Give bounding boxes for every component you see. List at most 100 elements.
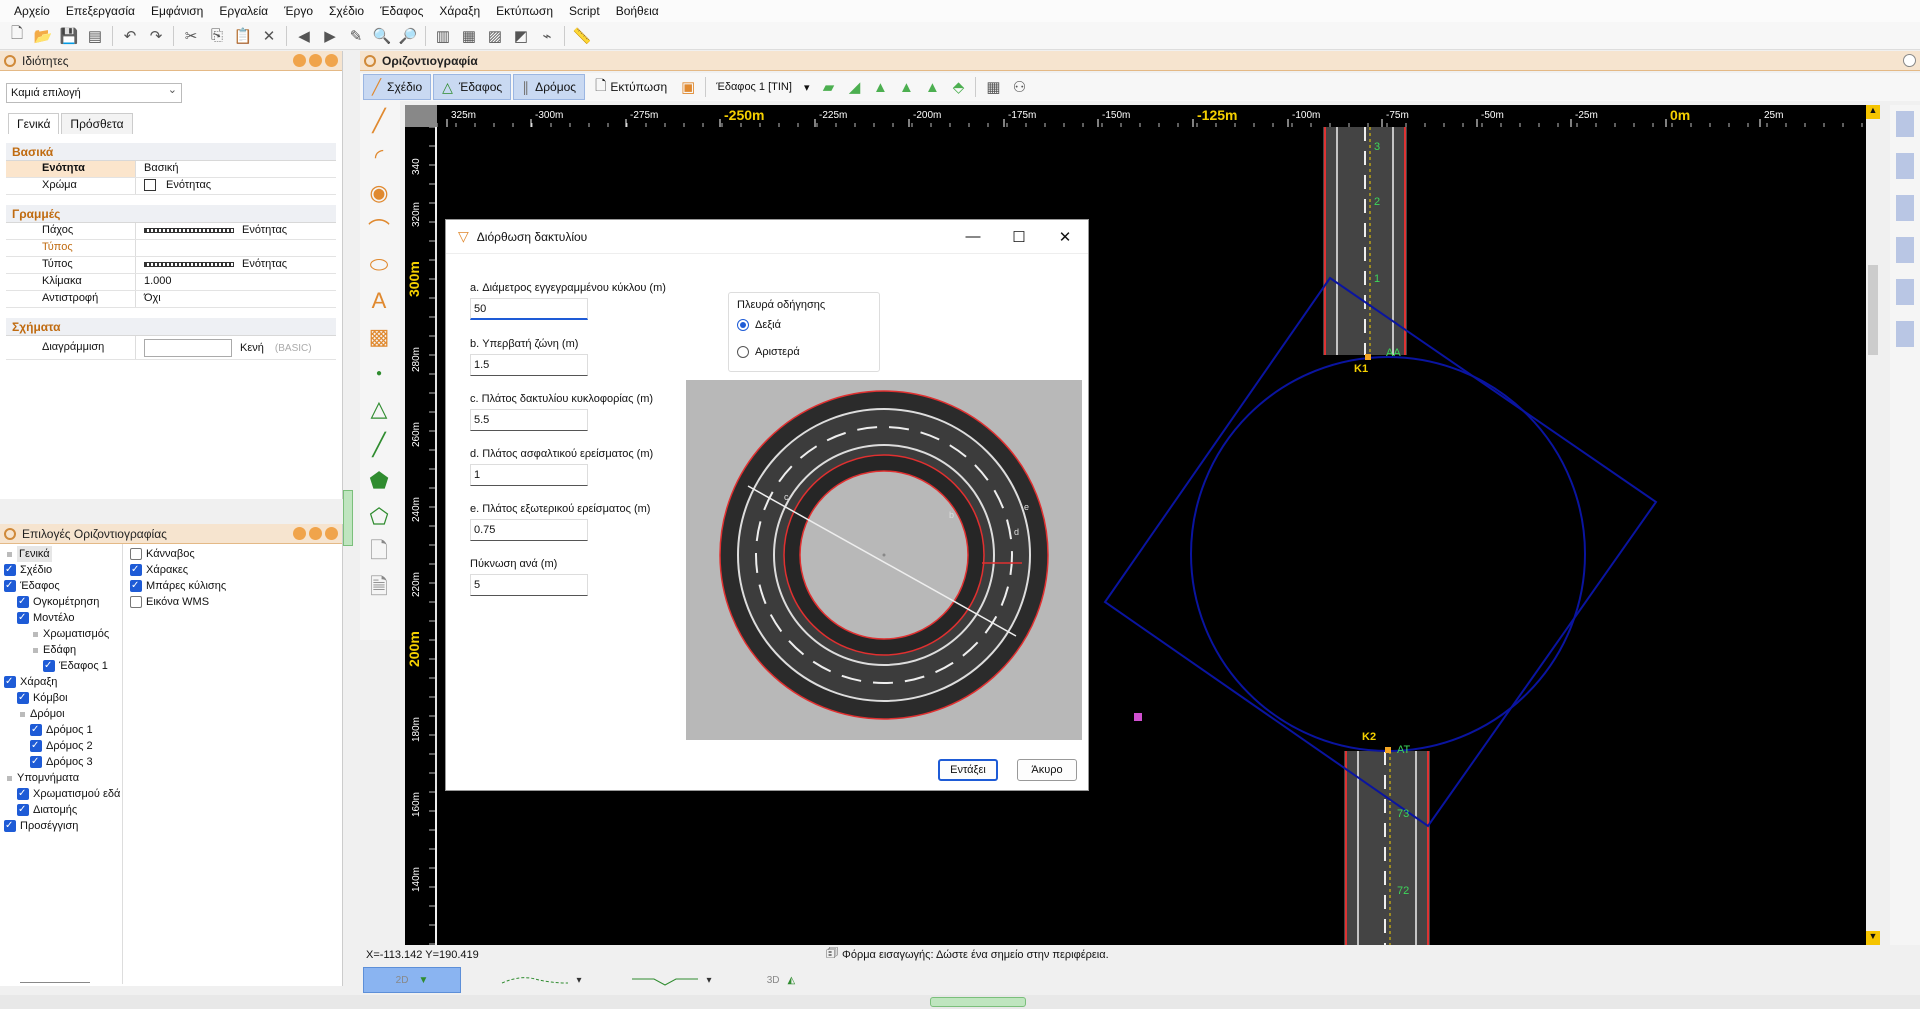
chart-icon[interactable]: ⌁ <box>536 25 558 47</box>
checkbox[interactable] <box>30 754 42 770</box>
ribbon-tab-drawing[interactable]: ╱ Σχέδιο <box>363 74 432 100</box>
checkbox[interactable] <box>130 548 142 560</box>
checkbox[interactable] <box>17 610 29 626</box>
cancel-button[interactable]: Άκυρο <box>1017 759 1077 781</box>
ribbon-tab-road[interactable]: ∥ Δρόμος <box>513 74 586 100</box>
view-profile-tab[interactable]: ▾ <box>491 967 591 993</box>
tree-item[interactable]: Υπομνήματα <box>4 770 122 786</box>
menu-item[interactable]: Σχέδιο <box>321 0 372 22</box>
document-close-button[interactable] <box>1903 54 1916 67</box>
menu-item[interactable]: Αρχείο <box>6 0 58 22</box>
zoom-extents-icon[interactable]: 🔎 <box>397 25 419 47</box>
view-2d-tab[interactable]: 2D ▼ <box>363 967 461 993</box>
tree-item[interactable]: Χρωματισμού εδά <box>4 786 122 802</box>
menu-item[interactable]: Εμφάνιση <box>143 0 211 22</box>
checkbox[interactable] <box>4 578 16 594</box>
junction-tool-icon[interactable] <box>1896 195 1914 221</box>
panel-close-button[interactable] <box>325 527 338 540</box>
back-icon[interactable]: ◀ <box>293 25 315 47</box>
panel-toggle[interactable] <box>343 490 353 546</box>
checkbox[interactable] <box>17 786 29 802</box>
minimize-icon[interactable]: — <box>950 228 996 246</box>
section-basic[interactable]: Βασικά <box>6 143 336 161</box>
binoculars-icon[interactable]: ⚇ <box>1008 76 1030 98</box>
checkbox[interactable] <box>130 578 142 594</box>
boundary-tool-icon[interactable]: ⬠ <box>364 502 394 532</box>
redo-icon[interactable]: ↷ <box>145 25 167 47</box>
page-tool-icon[interactable]: 🗋 <box>364 538 394 568</box>
ribbon-tab-terrain[interactable]: △ Έδαφος <box>433 74 512 100</box>
section-shapes[interactable]: Σχήματα <box>6 318 336 336</box>
menu-item[interactable]: Έδαφος <box>372 0 431 22</box>
tree-item[interactable]: Δρόμοι <box>4 706 122 722</box>
open-folder-icon[interactable]: 📂 <box>32 25 54 47</box>
tree-item[interactable]: Ογκομέτρηση <box>4 594 122 610</box>
radio-left[interactable]: Αριστερά <box>737 346 800 358</box>
panel-close-button[interactable] <box>325 54 338 67</box>
panel-float-button[interactable] <box>309 527 322 540</box>
menu-item[interactable]: Βοήθεια <box>608 0 667 22</box>
field-input[interactable]: 1 <box>470 464 588 486</box>
terrain-contour-icon[interactable]: ▲ <box>895 76 917 98</box>
radio-right[interactable]: Δεξιά <box>737 319 781 331</box>
cut-icon[interactable]: ✂ <box>180 25 202 47</box>
tree-item[interactable]: Έδαφος 1 <box>4 658 122 674</box>
menu-item[interactable]: Εκτύπωση <box>488 0 561 22</box>
checkbox[interactable] <box>17 690 29 706</box>
vertical-scrollbar[interactable]: ▲ ▼ <box>1866 105 1880 945</box>
curve-tool-icon[interactable] <box>1896 279 1914 305</box>
tab-extra[interactable]: Πρόσθετα <box>61 113 133 134</box>
row-color[interactable]: Χρώμα Ενότητας <box>6 178 336 195</box>
circle-tool-icon[interactable]: ◉ <box>364 178 394 208</box>
terrain-select[interactable]: Έδαφος 1 [TIN] ▾ <box>710 77 815 97</box>
tree-item[interactable]: Κόμβοι <box>4 690 122 706</box>
field-input[interactable]: 1.5 <box>470 354 588 376</box>
save-icon[interactable]: 💾 <box>58 25 80 47</box>
panel-collapse-button[interactable] <box>293 527 306 540</box>
menu-item[interactable]: Εργαλεία <box>211 0 276 22</box>
triangle-tool-icon[interactable]: △ <box>364 394 394 424</box>
section-lines[interactable]: Γραμμές <box>6 205 336 223</box>
view-section-tab[interactable]: ▾ <box>621 967 721 993</box>
tree-item[interactable]: Διατομής <box>4 802 122 818</box>
terrain-add-icon[interactable]: ▲ <box>869 76 891 98</box>
view-3d-tab[interactable]: 3D ◭ <box>751 967 811 993</box>
forward-icon[interactable]: ▶ <box>319 25 341 47</box>
panel-splitter[interactable] <box>0 499 343 524</box>
tree-item[interactable]: Μπάρες κύλισης <box>130 578 226 594</box>
tab-general[interactable]: Γενικά <box>8 113 60 134</box>
field-input[interactable]: 5.5 <box>470 409 588 431</box>
row-unit[interactable]: Ενότητα Βασική <box>6 161 336 178</box>
ok-button[interactable]: Εντάξει <box>938 759 998 781</box>
tree-item[interactable]: Έδαφος <box>4 578 122 594</box>
tree-item[interactable]: Εικόνα WMS <box>130 594 226 610</box>
layers-icon[interactable]: ▣ <box>677 76 699 98</box>
checkbox[interactable] <box>4 818 16 834</box>
checkbox[interactable] <box>4 674 16 690</box>
checkbox[interactable] <box>17 594 29 610</box>
road-tool-icon[interactable] <box>1896 111 1914 137</box>
field-input[interactable]: 5 <box>470 574 588 596</box>
line-tool-icon[interactable]: ╱ <box>364 106 394 136</box>
terrain-layer-icon[interactable]: ▰ <box>817 76 839 98</box>
undo-icon[interactable]: ↶ <box>119 25 141 47</box>
row-reverse[interactable]: Αντιστροφή Όχι <box>6 291 336 308</box>
field-input[interactable]: 0.75 <box>470 519 588 541</box>
zoom-icon[interactable]: 🔍 <box>371 25 393 47</box>
arc-tool-icon[interactable]: ◜ <box>364 142 394 172</box>
maximize-icon[interactable]: ☐ <box>996 228 1042 246</box>
bottom-splitter[interactable] <box>930 997 1026 1007</box>
field-input[interactable]: 50 <box>470 298 588 320</box>
hatch-tool-icon[interactable]: ▩ <box>364 322 394 352</box>
menu-item[interactable]: Επεξεργασία <box>58 0 143 22</box>
checkbox[interactable] <box>130 562 142 578</box>
menu-item[interactable]: Script <box>561 0 608 22</box>
text-tool-icon[interactable]: A <box>364 286 394 316</box>
row-thickness[interactable]: Πάχος Ενότητας <box>6 223 336 240</box>
grid-view-icon[interactable]: ▦ <box>982 76 1004 98</box>
row-scale[interactable]: Κλίμακα 1.000 <box>6 274 336 291</box>
table-icon[interactable]: ▦ <box>458 25 480 47</box>
tree-item[interactable]: Χάραξη <box>4 674 122 690</box>
tree-item[interactable]: Δρόμος 3 <box>4 754 122 770</box>
pencil-icon[interactable]: ✎ <box>345 25 367 47</box>
